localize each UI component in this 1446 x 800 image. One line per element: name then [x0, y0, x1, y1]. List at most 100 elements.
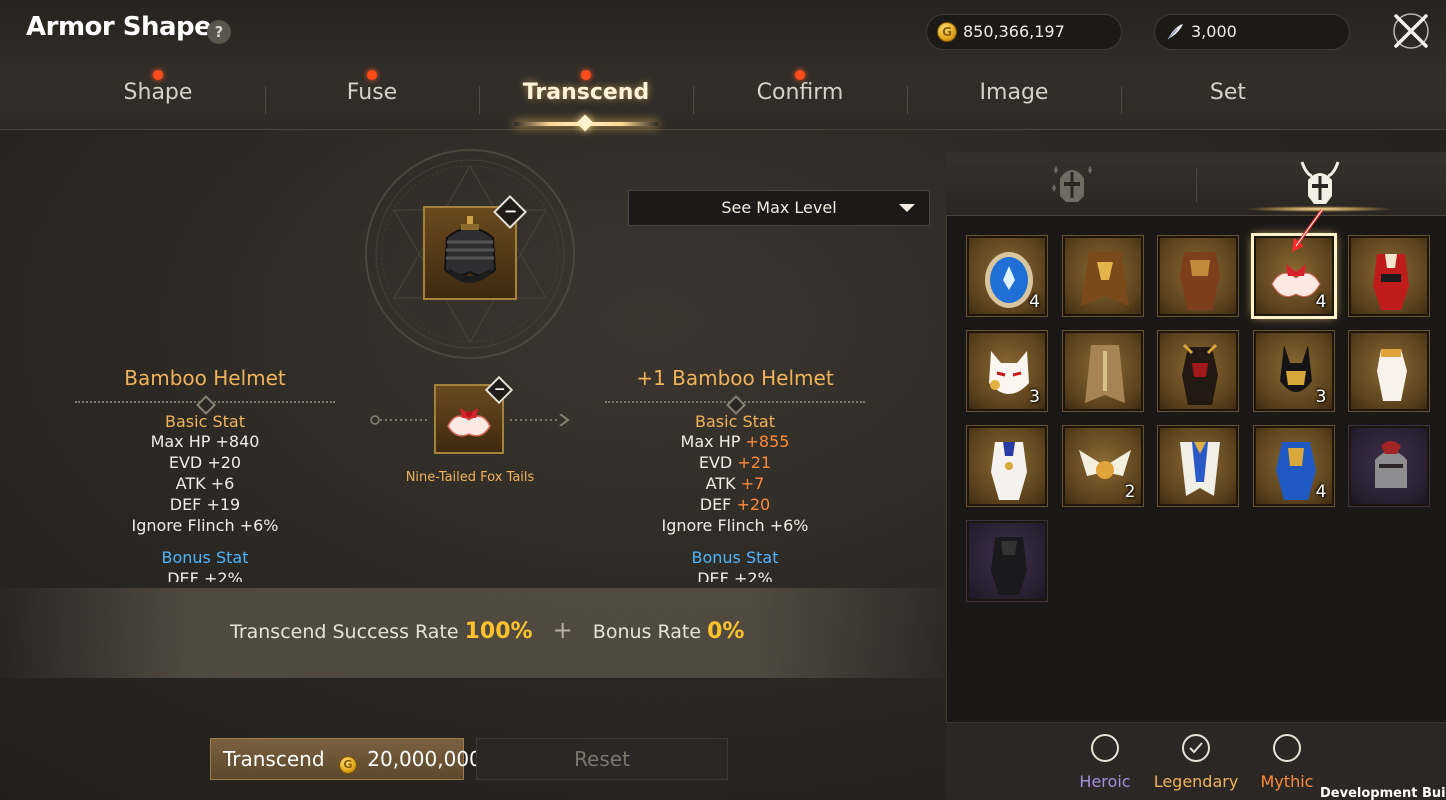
- transcend-cost: 20,000,000: [367, 747, 482, 771]
- inventory-slot[interactable]: [966, 425, 1048, 507]
- notification-dot: [367, 70, 377, 80]
- success-rate-value: 100%: [464, 619, 533, 644]
- stat-line: Max HP +855: [680, 432, 790, 451]
- inventory-slot[interactable]: [1061, 235, 1144, 317]
- stat-line: Ignore Flinch +6%: [661, 516, 809, 535]
- cape-gold-icon: [1080, 252, 1129, 306]
- checkmark-icon: [1189, 742, 1203, 754]
- next-item-stats: +1 Bamboo Helmet Basic Stat Max HP +855 …: [585, 366, 885, 582]
- transcend-button[interactable]: Transcend G 20,000,000: [210, 738, 482, 780]
- cape-tan-icon: [1084, 345, 1125, 403]
- page-title: Armor Shape: [26, 12, 212, 42]
- tab-separator: [1196, 168, 1197, 202]
- red-outfit-icon: [1373, 254, 1409, 310]
- inventory-slot[interactable]: 3: [966, 330, 1048, 412]
- tab-label: Set: [1209, 80, 1247, 105]
- cape-blue-icon: [1180, 442, 1220, 496]
- armor-brown-icon: [1180, 252, 1220, 310]
- tab-label: Confirm: [756, 80, 844, 105]
- grey-helm-icon: [1375, 441, 1407, 488]
- item-count: 4: [1029, 292, 1040, 312]
- white-outfit-icon: [991, 442, 1027, 500]
- stat-line: Max HP +840: [150, 432, 260, 451]
- inventory-slot[interactable]: [1157, 425, 1239, 507]
- divider: [75, 398, 335, 406]
- tab-label: Fuse: [346, 80, 398, 105]
- divider: [605, 398, 865, 406]
- success-rate-label: Transcend Success Rate: [230, 621, 459, 643]
- feather-currency: 3,000: [1154, 14, 1350, 50]
- next-item-name: +1 Bamboo Helmet: [636, 366, 834, 390]
- gold-currency: G 850,366,197: [926, 14, 1122, 50]
- checkbox-circle[interactable]: [1273, 734, 1301, 762]
- inventory-slot[interactable]: [966, 520, 1048, 602]
- tab-shape[interactable]: Shape: [51, 70, 265, 122]
- filter-label: Heroic: [1079, 772, 1131, 791]
- tab-label: Shape: [123, 80, 193, 105]
- bonus-rate-label: Bonus Rate: [592, 621, 702, 643]
- gold-coin-icon: G: [338, 756, 357, 774]
- stat-line: DEF +20: [699, 495, 771, 514]
- inventory-slot[interactable]: [1157, 330, 1239, 412]
- black-outfit-icon: [991, 537, 1027, 595]
- inventory-slot[interactable]: [1348, 235, 1430, 317]
- current-item-stats: Bamboo Helmet Basic Stat Max HP +840 EVD…: [55, 366, 355, 582]
- stat-line: EVD +20: [168, 453, 242, 472]
- reset-button[interactable]: Reset: [476, 738, 728, 780]
- bonus-stat-line: DEF +2%: [697, 569, 773, 582]
- bonus-stat-heading: Bonus Stat: [691, 548, 779, 567]
- checkbox-circle[interactable]: [1182, 734, 1210, 762]
- tab-label: Transcend: [522, 80, 650, 105]
- current-item-name: Bamboo Helmet: [124, 366, 286, 390]
- stat-line: ATK +6: [175, 474, 235, 493]
- close-icon[interactable]: [1390, 10, 1432, 52]
- stat-line: DEF +19: [169, 495, 241, 514]
- bonus-stat-line: DEF +2%: [167, 569, 243, 582]
- feather-icon: [1164, 21, 1186, 43]
- gold-amount: 850,366,197: [963, 22, 1065, 41]
- helmet-silhouette-icon: [1052, 166, 1092, 202]
- inventory-slot[interactable]: 4: [966, 235, 1048, 317]
- dropdown-label: See Max Level: [721, 198, 837, 217]
- success-rate-text: Transcend Success Rate 100% + Bonus Rate…: [230, 616, 744, 644]
- tab-confirm[interactable]: Confirm: [693, 70, 907, 122]
- filter-heroic[interactable]: Heroic: [1055, 734, 1155, 791]
- stat-line: Ignore Flinch +6%: [131, 516, 279, 535]
- filter-mythic[interactable]: Mythic: [1237, 734, 1337, 791]
- horned-helmet-filter-tab[interactable]: [1292, 158, 1348, 210]
- filter-legendary[interactable]: Legendary: [1146, 734, 1246, 791]
- horned-helmet-icon: [1300, 161, 1340, 204]
- notification-dot: [581, 70, 591, 80]
- dark-armor-icon: [1182, 343, 1218, 405]
- chevron-down-icon: [899, 204, 915, 212]
- tab-fuse[interactable]: Fuse: [265, 70, 479, 122]
- item-count: 3: [1029, 387, 1040, 407]
- inventory-slot[interactable]: 3: [1252, 330, 1335, 412]
- plus-icon: +: [552, 616, 573, 644]
- inventory-slot[interactable]: [1061, 330, 1144, 412]
- white-glove-icon: [1377, 349, 1407, 401]
- tab-image[interactable]: Image: [907, 80, 1121, 122]
- transcend-button-label: Transcend: [223, 747, 325, 771]
- stat-line: ATK +7: [705, 474, 765, 493]
- item-count: 3: [1315, 387, 1327, 407]
- helmet-filter-tab[interactable]: [1044, 158, 1100, 210]
- tab-label: Image: [979, 80, 1049, 105]
- inventory-slot[interactable]: [1348, 330, 1430, 412]
- filter-label: Legendary: [1153, 772, 1239, 791]
- notification-dot: [795, 70, 805, 80]
- bamboo-helmet-icon: [443, 216, 497, 283]
- inventory-slot[interactable]: [1157, 235, 1239, 317]
- material-name: Nine-Tailed Fox Tails: [405, 470, 535, 485]
- development-build-label: Development Build: [1320, 786, 1446, 800]
- gold-coin-icon: G: [937, 22, 957, 42]
- tab-set[interactable]: Set: [1121, 80, 1335, 122]
- see-max-level-dropdown[interactable]: See Max Level: [628, 190, 930, 226]
- inventory-slot[interactable]: 2: [1061, 425, 1144, 507]
- help-button[interactable]: ?: [207, 20, 231, 44]
- bonus-stat-heading: Bonus Stat: [161, 548, 249, 567]
- bonus-rate-value: 0%: [707, 619, 745, 644]
- inventory-slot[interactable]: [1348, 425, 1430, 507]
- inventory-slot[interactable]: 4: [1252, 425, 1335, 507]
- checkbox-circle[interactable]: [1091, 734, 1119, 762]
